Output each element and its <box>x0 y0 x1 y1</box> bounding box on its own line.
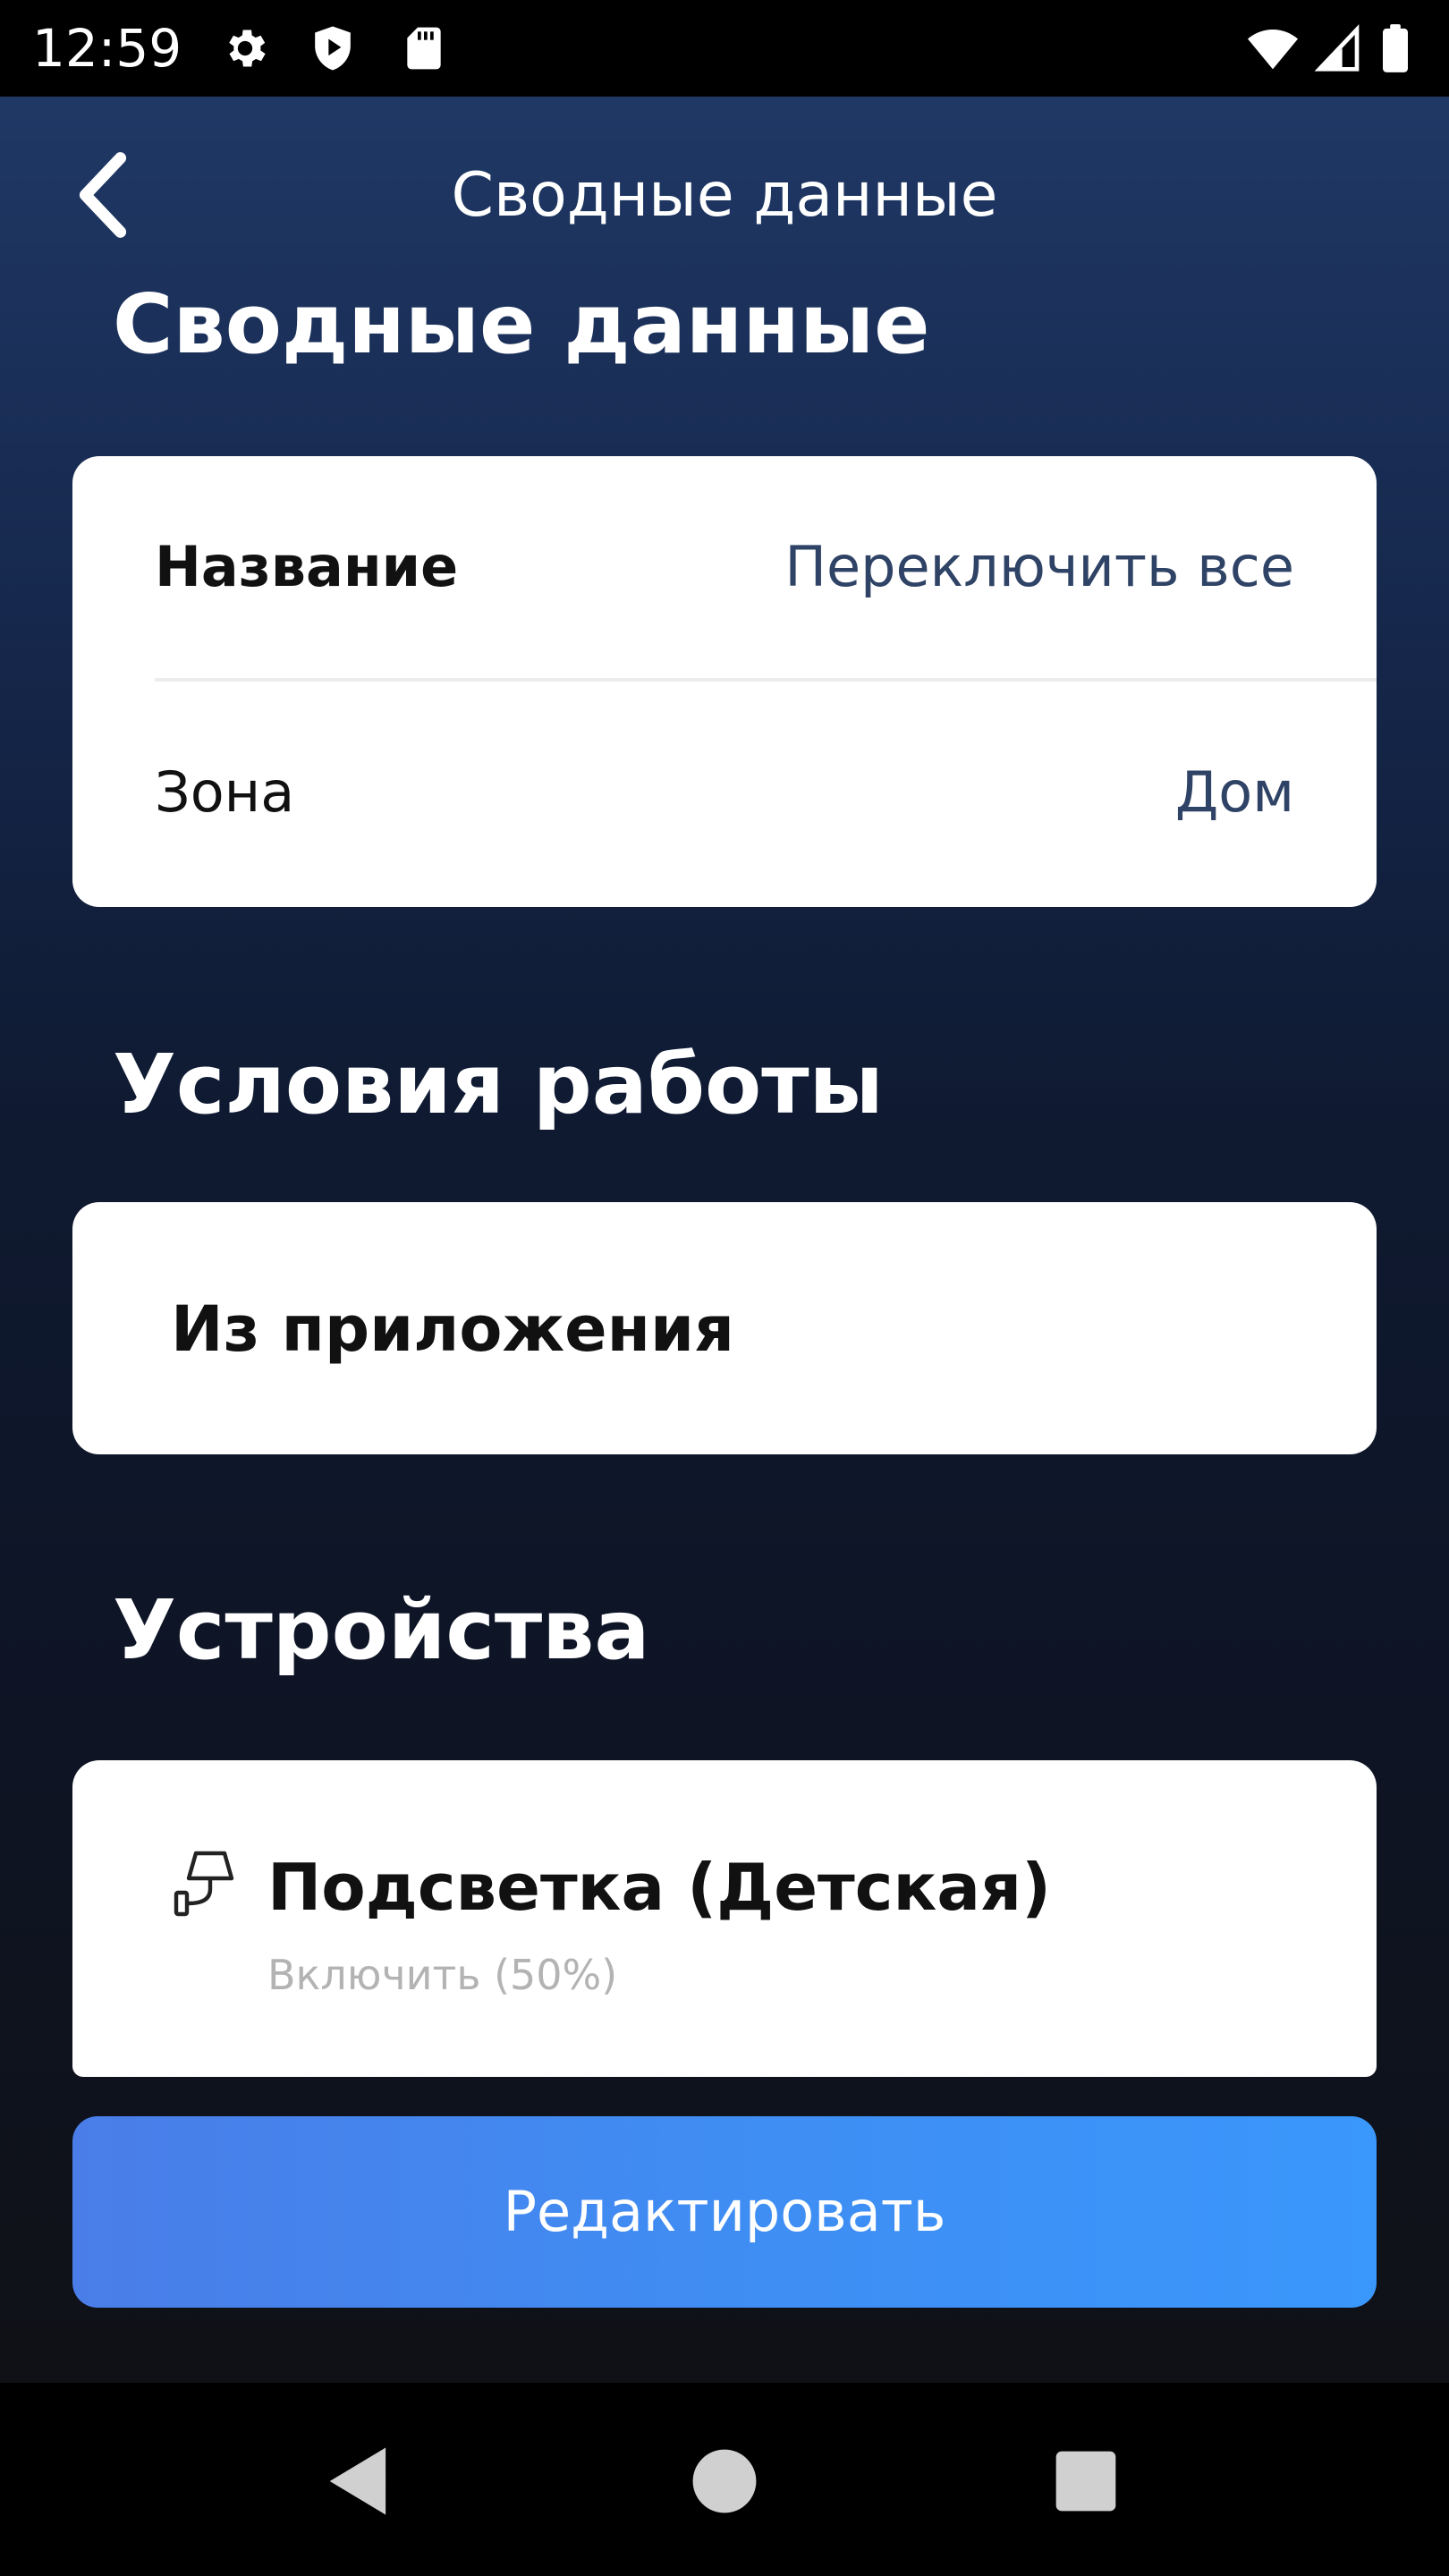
edit-button[interactable]: Редактировать <box>72 2116 1377 2308</box>
signal-icon <box>1314 24 1360 72</box>
summary-card: Название Переключить все Зона Дом <box>72 456 1377 907</box>
recents-square-icon[interactable] <box>1041 2436 1131 2526</box>
sd-card-icon <box>407 27 441 70</box>
navigation-bar <box>0 2383 1449 2576</box>
home-circle-icon[interactable] <box>680 2436 769 2526</box>
battery-icon <box>1383 24 1408 72</box>
summary-row-zone[interactable]: Зона Дом <box>72 682 1377 907</box>
row-label-name: Название <box>155 534 459 599</box>
summary-section-title: Сводные данные <box>113 276 930 372</box>
device-card[interactable]: Подсветка (Детская) Включить (50%) <box>72 1760 1377 2077</box>
back-triangle-icon[interactable] <box>315 2436 404 2526</box>
wifi-icon <box>1248 30 1298 70</box>
row-value-name: Переключить все <box>784 534 1294 599</box>
row-value-zone: Дом <box>1174 759 1294 825</box>
conditions-section-title: Условия работы <box>113 1037 884 1132</box>
wall-lamp-icon <box>174 1851 234 1917</box>
shield-play-icon <box>315 26 351 71</box>
devices-section-title: Устройства <box>113 1582 650 1678</box>
row-label-zone: Зона <box>155 759 295 825</box>
gear-icon <box>229 30 266 67</box>
condition-label: Из приложения <box>171 1292 734 1366</box>
status-bar: 12:59 <box>0 0 1449 97</box>
device-name: Подсветка (Детская) <box>267 1850 1052 1925</box>
toolbar-title: Сводные данные <box>451 160 998 231</box>
screen: 12:59 Сводные данные Сводные данные Назв… <box>0 0 1449 2576</box>
app-screen: Сводные данные Сводные данные Название П… <box>0 97 1449 2383</box>
summary-row-name[interactable]: Название Переключить все <box>72 456 1377 678</box>
status-time: 12:59 <box>32 18 182 79</box>
device-action: Включить (50%) <box>267 1951 618 1999</box>
conditions-card[interactable]: Из приложения <box>72 1202 1377 1454</box>
